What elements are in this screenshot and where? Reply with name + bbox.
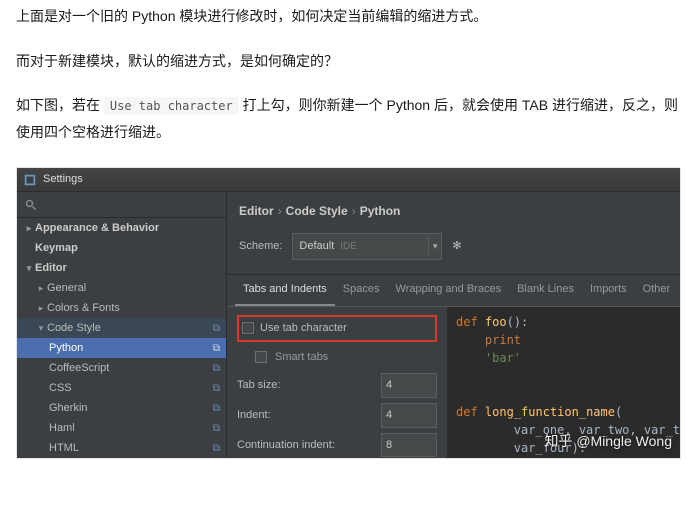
tab-size-label: Tab size: [237,375,280,396]
tab-tabs-indents[interactable]: Tabs and Indents [235,275,335,306]
sidebar-item-gherkin[interactable]: Gherkin⧉ [17,398,226,418]
sidebar-item-html[interactable]: HTML⧉ [17,438,226,458]
tab-size-field[interactable]: 4 [381,373,437,398]
breadcrumb: Editor›Code Style›Python [227,192,680,229]
copy-icon: ⧉ [213,319,220,338]
copy-icon: ⧉ [213,359,220,378]
article-paragraph-1: 上面是对一个旧的 Python 模块进行修改时，如何决定当前编辑的缩进方式。 [16,3,681,30]
sidebar-item-codestyle[interactable]: ▾Code Style⧉ [17,318,226,338]
tabs: Tabs and Indents Spaces Wrapping and Bra… [227,274,680,307]
sidebar-item-appearance[interactable]: ▸Appearance & Behavior [17,218,226,238]
sidebar-item-coffeescript[interactable]: CoffeeScript⧉ [17,358,226,378]
settings-screenshot: Settings ▸Appearance & Behavior Keymap ▾… [16,167,681,459]
tab-blank-lines[interactable]: Blank Lines [509,275,582,306]
article-paragraph-3: 如下图，若在 Use tab character 打上勾，则你新建一个 Pyth… [16,92,681,145]
sidebar: ▸Appearance & Behavior Keymap ▾Editor ▸G… [17,192,227,458]
gear-icon[interactable]: ✻ [452,236,461,257]
inline-code: Use tab character [104,97,239,115]
window-title: Settings [43,169,83,190]
sidebar-item-general[interactable]: ▸General [17,278,226,298]
smart-tabs-checkbox[interactable] [255,351,267,363]
tab-other[interactable]: Other [635,275,679,306]
window-titlebar: Settings [17,168,680,192]
watermark: 知乎 @Mingle Wong [544,428,672,455]
search-input[interactable] [17,192,226,218]
sidebar-item-python[interactable]: Python⧉ [17,338,226,358]
sidebar-item-keymap[interactable]: Keymap [17,238,226,258]
copy-icon: ⧉ [213,399,220,418]
scheme-label: Scheme: [239,236,282,257]
copy-icon: ⧉ [213,339,220,358]
copy-icon: ⧉ [213,439,220,458]
scheme-select[interactable]: Default IDE ▾ [292,233,442,260]
sidebar-item-editor[interactable]: ▾Editor [17,258,226,278]
sidebar-item-haml[interactable]: Haml⧉ [17,418,226,438]
cont-indent-field[interactable]: 8 [381,433,437,458]
cont-indent-label: Continuation indent: [237,435,335,456]
chevron-down-icon: ▾ [428,238,438,255]
smart-tabs-label: Smart tabs [275,347,328,368]
search-icon [25,199,37,211]
use-tab-label: Use tab character [260,318,347,339]
indent-label: Indent: [237,405,271,426]
tab-imports[interactable]: Imports [582,275,635,306]
sidebar-tree: ▸Appearance & Behavior Keymap ▾Editor ▸G… [17,218,226,458]
sidebar-item-css[interactable]: CSS⧉ [17,378,226,398]
options-panel: Use tab character Smart tabs Tab size: 4… [227,307,447,458]
indent-field[interactable]: 4 [381,403,437,428]
copy-icon: ⧉ [213,379,220,398]
settings-icon [23,173,37,187]
tab-spaces[interactable]: Spaces [335,275,388,306]
use-tab-checkbox[interactable] [242,322,254,334]
copy-icon: ⧉ [213,419,220,438]
article-paragraph-2: 而对于新建模块，默认的缩进方式，是如何确定的？ [16,48,681,75]
use-tab-highlight: Use tab character [237,315,437,342]
sidebar-item-colors[interactable]: ▸Colors & Fonts [17,298,226,318]
tab-wrapping[interactable]: Wrapping and Braces [388,275,510,306]
